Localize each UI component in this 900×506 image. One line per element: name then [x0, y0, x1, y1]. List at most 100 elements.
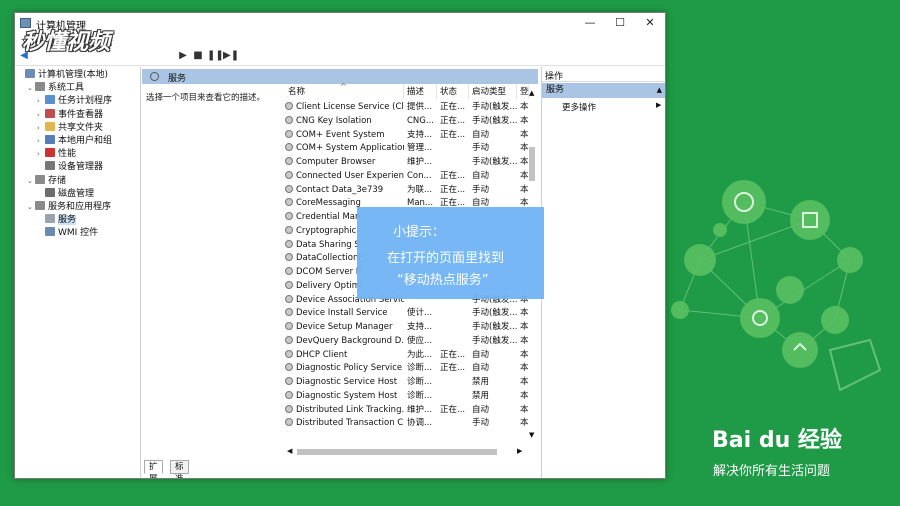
tree-expander-icon[interactable]: › [37, 109, 45, 122]
tip-title: 小提示： [393, 225, 446, 240]
tree-item[interactable]: WMI 控件 [37, 227, 98, 240]
tree-expander-icon[interactable]: ⌄ [27, 201, 35, 214]
service-row[interactable]: DHCP Client 为此... 正在... 自动本 [285, 349, 529, 363]
scroll-up-icon[interactable]: ▲ [529, 89, 534, 97]
more-actions-item[interactable]: 更多操作 [562, 101, 596, 113]
watermark-logo: 秒懂视频 [22, 30, 111, 55]
pause-icon[interactable]: ❚❚ [207, 50, 224, 62]
tree-expander-icon[interactable]: › [37, 95, 45, 108]
scroll-left-icon[interactable]: ◀ [287, 447, 292, 455]
tree-item[interactable]: › 事件查看器 [37, 108, 103, 122]
service-row[interactable]: Diagnostic Service Host 诊断... 禁用本 [285, 376, 529, 390]
tab-standard[interactable]: 标准 [170, 460, 189, 478]
tree-item[interactable]: 设备管理器 [37, 161, 103, 174]
gear-icon [285, 225, 293, 234]
column-description[interactable]: 描述 [404, 85, 437, 99]
tree-item[interactable]: › 性能 [37, 148, 76, 161]
tree-node-icon [45, 227, 55, 237]
service-row[interactable]: Computer Browser 维护... 手动(触发... 本 [285, 156, 529, 170]
collapse-up-icon[interactable]: ▲ [657, 83, 662, 98]
column-logon[interactable]: 登 [517, 85, 529, 99]
tree-item[interactable]: 服务 [37, 214, 77, 227]
vertical-scroll-thumb[interactable] [529, 147, 535, 181]
service-row[interactable]: Distributed Link Tracking... 维护... 正在... 自动… [285, 404, 529, 418]
service-name-text: Diagnostic Service Host [296, 377, 398, 387]
service-name: DevQuery Background D... [285, 335, 404, 349]
play-icon[interactable]: ▶ [177, 50, 189, 62]
service-row[interactable]: DevQuery Background D... 使应... 手动(触发... 本 [285, 335, 529, 349]
service-name: Client License Service (Cli... [285, 101, 404, 115]
service-name-text: DevQuery Background D... [296, 335, 404, 346]
gear-icon [285, 294, 293, 303]
service-startup: 自动 [472, 349, 490, 360]
restart-icon[interactable]: ▶❚ [223, 50, 239, 62]
service-status: 正在... [440, 115, 466, 126]
service-name: Computer Browser [285, 156, 404, 170]
tree-node-icon [25, 69, 35, 78]
service-startup: 手动(触发... [472, 322, 517, 332]
service-row[interactable]: Diagnostic Policy Service 诊断... 正在... 自动本 [285, 362, 529, 376]
gear-icon [285, 239, 293, 248]
actions-header: 操作 [542, 69, 665, 82]
service-row[interactable]: Diagnostic System Host 诊断... 禁用本 [285, 390, 529, 404]
gear-icon [285, 102, 293, 110]
service-row[interactable]: Device Install Service 使计... 手动(触发... 本 [285, 307, 529, 321]
service-desc: 提供... [407, 102, 433, 112]
tree-item[interactable]: 磁盘管理 [37, 187, 94, 201]
service-name: Distributed Transaction C... [285, 417, 404, 431]
service-desc: 使应... [407, 335, 433, 346]
scroll-right-icon[interactable]: ▶ [517, 447, 522, 455]
service-name: Diagnostic Service Host [285, 376, 404, 390]
services-header-label: 服务 [168, 74, 187, 84]
service-row[interactable]: CNG Key Isolation CNG... 正在... 手动(触发... 本 [285, 115, 529, 129]
service-startup: 手动 [472, 184, 490, 195]
service-name: Contact Data_3e739 [285, 184, 404, 198]
tree-item-label: 性能 [58, 149, 77, 160]
service-status: 正在... [440, 404, 466, 415]
service-name-text: Credential Man [296, 212, 361, 222]
tree-item[interactable]: › 共享文件夹 [37, 121, 103, 135]
tree-item[interactable]: ⌄ 服务和应用程序 [27, 201, 111, 214]
service-desc: 诊断... [407, 377, 433, 387]
scroll-down-icon[interactable]: ▼ [529, 431, 534, 439]
service-row[interactable]: COM+ System Application 管理... 手动本 [285, 142, 529, 156]
tree-item-label: 存储 [48, 175, 67, 186]
tree-node-icon [45, 108, 55, 118]
service-name: Device Setup Manager [285, 321, 404, 335]
tree-item[interactable]: ⌄ 系统工具 [27, 82, 84, 95]
tree-item[interactable]: › 任务计划程序 [37, 95, 112, 108]
service-row[interactable]: Client License Service (Cli... 提供... 正在...… [285, 101, 529, 115]
gear-icon [285, 157, 293, 165]
close-button[interactable]: ✕ [635, 13, 665, 33]
service-row[interactable]: Device Setup Manager 支持... 手动(触发... 本 [285, 321, 529, 335]
service-desc: 支持... [407, 129, 433, 140]
tree-expander-icon[interactable]: ⌄ [27, 175, 35, 188]
horizontal-scrollbar[interactable]: ◀ ▶ [285, 447, 525, 457]
service-row[interactable]: COM+ Event System 支持... 正在... 自动本 [285, 129, 529, 143]
actions-section-services[interactable]: 服务 ▲ [542, 83, 665, 98]
stop-icon[interactable]: ■ [192, 50, 204, 62]
tree-expander-icon[interactable]: ⌄ [27, 82, 35, 95]
service-desc: 使计... [407, 308, 433, 319]
tree-expander-icon[interactable]: › [37, 148, 45, 161]
horizontal-scroll-thumb[interactable] [297, 449, 497, 455]
gear-icon [285, 170, 293, 179]
title-bar: 计算机管理 — ☐ ✕ [15, 13, 665, 33]
tree-item[interactable]: 计算机管理(本地) [17, 69, 108, 82]
column-startup-type[interactable]: 启动类型 [469, 85, 517, 99]
service-name-text: Device Install Service [296, 308, 388, 319]
service-row[interactable]: Connected User Experien... Con... 正在... 自动本 [285, 170, 529, 184]
service-row[interactable]: Distributed Transaction C... 协调... 手动本 [285, 417, 529, 431]
tab-extended[interactable]: 扩展 [144, 460, 163, 478]
tree-item[interactable]: › 本地用户和组 [37, 135, 112, 148]
service-desc: 协调... [407, 418, 433, 429]
maximize-button[interactable]: ☐ [605, 13, 635, 33]
column-status[interactable]: 状态 [437, 85, 469, 99]
tree-expander-icon[interactable]: › [37, 122, 45, 135]
tree-expander-icon[interactable]: › [37, 135, 45, 148]
service-name-text: Computer Browser [296, 157, 376, 167]
menu-bar: 文件 查看 [15, 33, 665, 48]
minimize-button[interactable]: — [575, 13, 605, 33]
service-row[interactable]: Contact Data_3e739 为联... 正在... 手动本 [285, 184, 529, 198]
tree-item[interactable]: ⌄ 存储 [27, 174, 67, 188]
